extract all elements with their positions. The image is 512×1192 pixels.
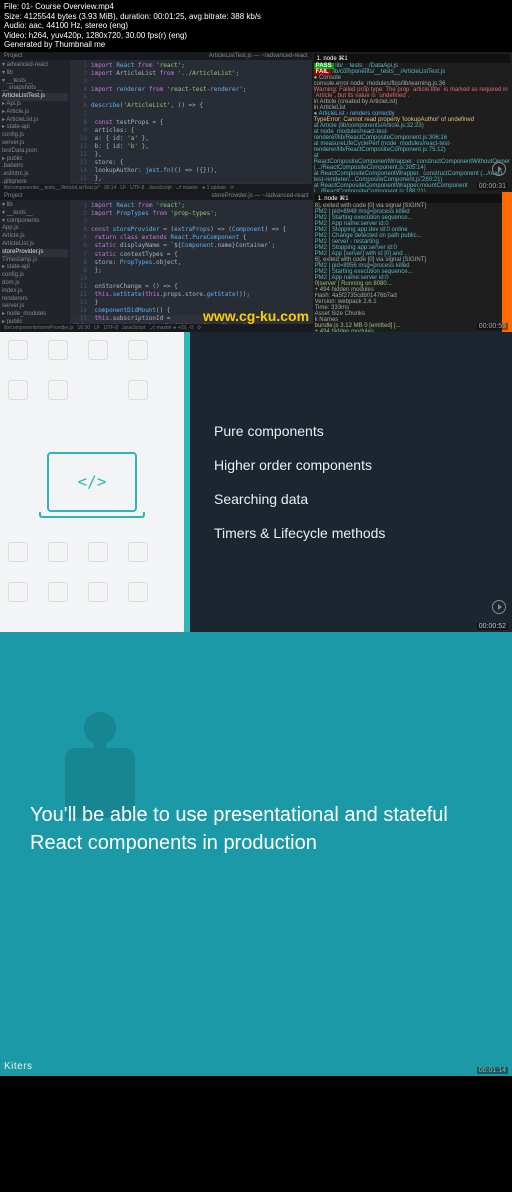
outcome-text: You'll be able to use presentational and…	[30, 801, 482, 857]
topic-item: Timers & Lifecycle methods	[214, 525, 512, 541]
editor-title: ArticleListTest.js — ~/advanced-react	[209, 53, 308, 59]
topic-item: Pure components	[214, 423, 512, 439]
project-label: Project	[4, 193, 23, 199]
terminal-tab[interactable]: 1. node ⌘1	[315, 194, 510, 203]
file-tree-2[interactable]: ▾ lib ▾ __tests__ ▾ components App.js Ar…	[0, 200, 70, 324]
editor-title: storeProvider.js — ~/advanced-react	[211, 193, 308, 199]
timestamp: 00:00:31	[477, 183, 508, 190]
topic-item: Higher order components	[214, 457, 512, 473]
terminal-2[interactable]: 1. node ⌘1 8], exited with code [0] via …	[313, 192, 512, 332]
topic-list: Pure components Higher order components …	[190, 332, 512, 632]
status-bar-2: lib/components/storeProvider.js16:30LFUT…	[0, 324, 313, 332]
status-bar-1: lib/components/__tests__/ArticleListTest…	[0, 184, 312, 192]
meta-file: File: 01- Course Overview.mp4	[4, 2, 508, 12]
code-area-1[interactable]: 1import React from 'react';2import Artic…	[70, 60, 312, 184]
play-icon[interactable]	[492, 600, 506, 614]
timestamp: 00:00:59	[477, 323, 508, 330]
topic-item: Searching data	[214, 491, 512, 507]
terminal-1[interactable]: 1. node ⌘1 PASS lib/__tests__/DataApi.js…	[312, 52, 512, 192]
meta-gen: Generated by Thumbnail me	[4, 40, 508, 50]
slide-topics: Pure components Higher order components …	[0, 332, 512, 632]
watermark: www.cg-ku.com	[203, 308, 309, 324]
file-tree-1[interactable]: ▾ advanced-react ▾ lib ▾ __tests__ __sna…	[0, 60, 70, 184]
meta-size: Size: 4125544 bytes (3.93 MiB), duration…	[4, 12, 508, 22]
project-label: Project	[4, 53, 23, 59]
slide-illustration	[0, 332, 190, 632]
laptop-code-icon	[47, 452, 137, 512]
meta-audio: Audio: aac, 44100 Hz, stereo (eng)	[4, 21, 508, 31]
terminal-tab[interactable]: 1. node ⌘1	[314, 54, 510, 63]
slide-outcome: You'll be able to use presentational and…	[0, 632, 512, 1076]
code-area-2[interactable]: 1import React from 'react';2import PropT…	[70, 200, 313, 324]
orange-sidebar	[502, 192, 512, 332]
play-icon[interactable]	[492, 162, 506, 176]
meta-video: Video: h264, yuv420p, 1280x720, 30.00 fp…	[4, 31, 508, 41]
timestamp: 00:01:14	[477, 1067, 508, 1074]
brand-name: Kiters	[4, 1061, 33, 1072]
editor-pane-1: Project ArticleListTest.js — ~/advanced-…	[0, 52, 312, 192]
timestamp: 00:00:52	[477, 623, 508, 630]
video-metadata: File: 01- Course Overview.mp4 Size: 4125…	[0, 0, 512, 52]
